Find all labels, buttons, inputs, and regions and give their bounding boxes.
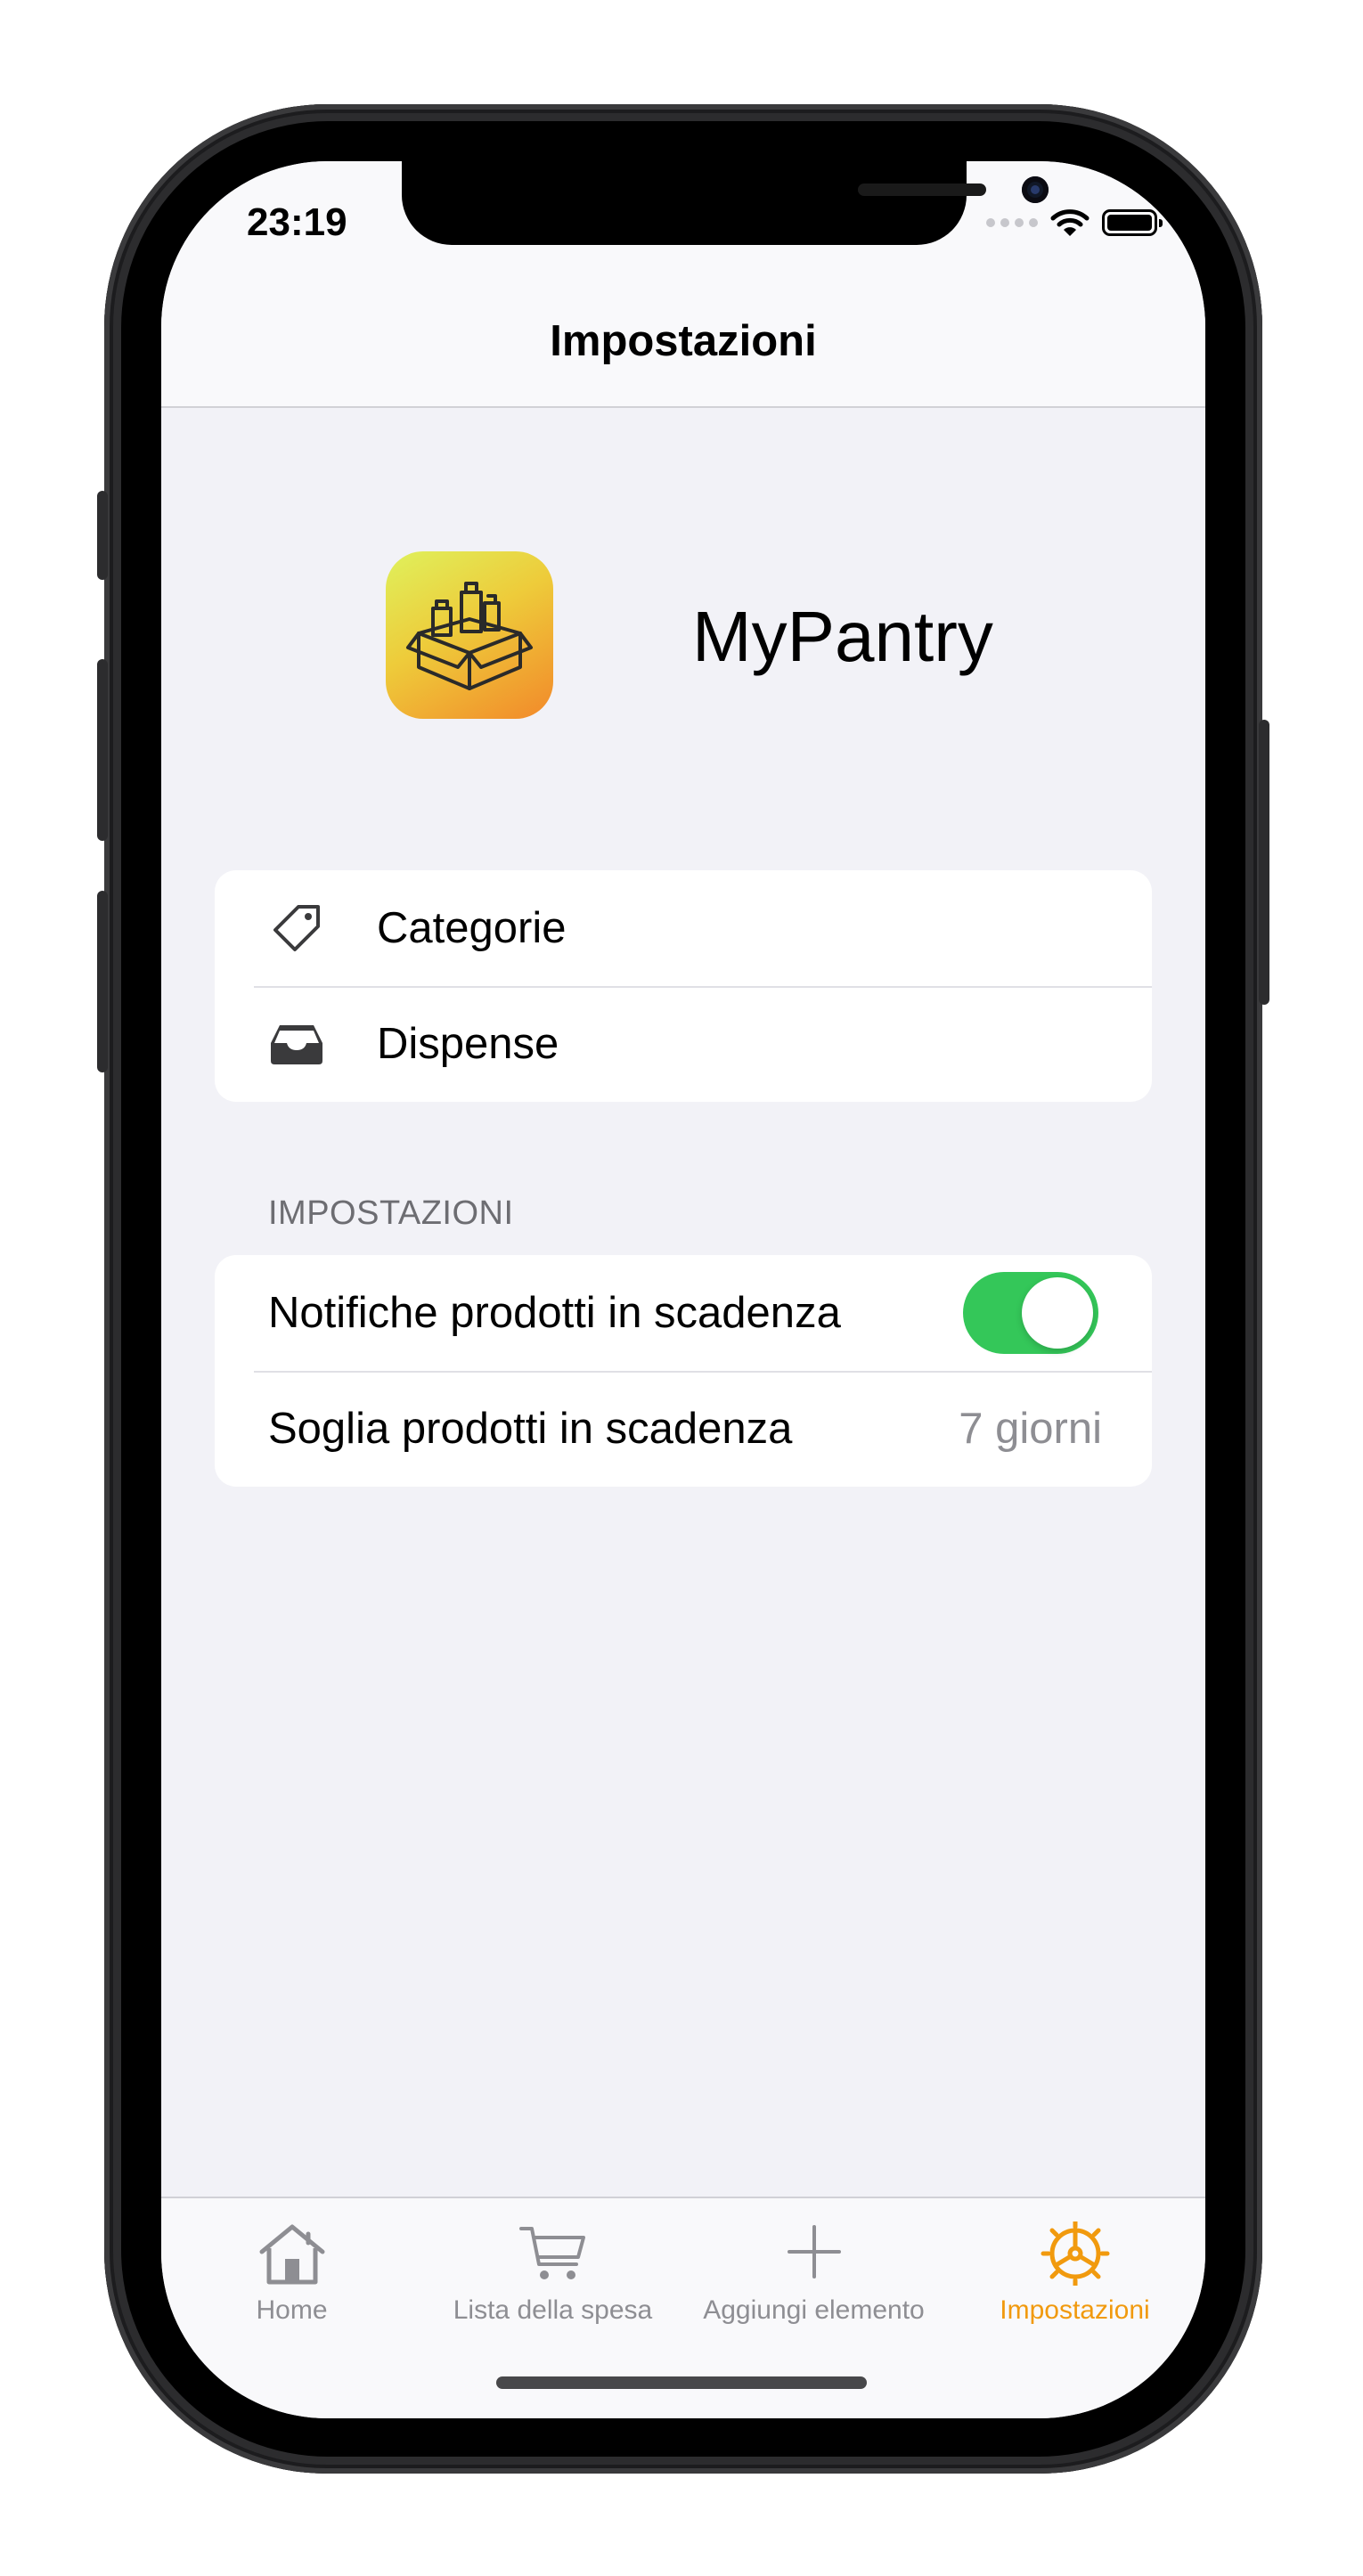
app-name: MyPantry: [692, 597, 993, 676]
menu-item-dispense[interactable]: Dispense: [215, 986, 1152, 1102]
notifications-toggle[interactable]: [963, 1272, 1098, 1354]
tab-shopping-list[interactable]: Lista della spesa: [422, 2198, 683, 2332]
front-camera: [1022, 176, 1049, 203]
tag-icon: [273, 905, 320, 951]
status-time: 23:19: [247, 200, 347, 244]
house-icon: [259, 2224, 324, 2285]
page-title: Impostazioni: [550, 317, 817, 365]
battery-icon: [1102, 209, 1163, 236]
tab-label: Home: [256, 2295, 328, 2325]
home-indicator[interactable]: [496, 2376, 867, 2389]
tray-icon: [271, 1025, 322, 1064]
app-logo: [386, 551, 553, 719]
wifi-icon: [1050, 209, 1090, 236]
tab-label: Lista della spesa: [453, 2295, 653, 2325]
threshold-value: 7 giorni: [959, 1405, 1102, 1453]
status-icons: [986, 208, 1163, 238]
gear-icon: [1041, 2221, 1109, 2286]
tab-home[interactable]: Home: [161, 2198, 422, 2332]
menu-item-label: Dispense: [377, 1020, 559, 1068]
notifications-label: Notifiche prodotti in scadenza: [268, 1289, 841, 1337]
threshold-label: Soglia prodotti in scadenza: [268, 1405, 793, 1453]
plus-icon: [787, 2225, 841, 2278]
signal-icon: [986, 218, 1038, 227]
side-button-volume-down: [97, 891, 108, 1072]
menu-item-categorie[interactable]: Categorie: [215, 870, 1152, 986]
earpiece-speaker: [858, 183, 986, 196]
cart-icon: [518, 2227, 585, 2279]
menu-group: Categorie Dispense: [215, 870, 1152, 1102]
notifications-row: Notifiche prodotti in scadenza: [215, 1255, 1152, 1371]
side-button-power: [1259, 720, 1269, 1005]
notch: [402, 161, 1049, 245]
menu-item-label: Categorie: [377, 904, 567, 952]
settings-section-header: IMPOSTAZIONI: [268, 1194, 514, 1232]
tab-add-item[interactable]: Aggiungi elemento: [683, 2198, 944, 2332]
side-button-volume-up: [97, 659, 108, 841]
side-button-silent: [97, 491, 108, 580]
tab-label: Impostazioni: [1000, 2295, 1150, 2325]
tab-label: Aggiungi elemento: [703, 2295, 925, 2325]
settings-group: Notifiche prodotti in scadenza Soglia pr…: [215, 1255, 1152, 1487]
tab-settings[interactable]: Impostazioni: [944, 2198, 1205, 2332]
screen: 23:19 Impostazioni MyPantry Categorie Di…: [161, 161, 1205, 2418]
toggle-knob: [1022, 1277, 1093, 1349]
pantry-box-icon: [406, 582, 533, 690]
threshold-row[interactable]: Soglia prodotti in scadenza 7 giorni: [215, 1371, 1152, 1487]
